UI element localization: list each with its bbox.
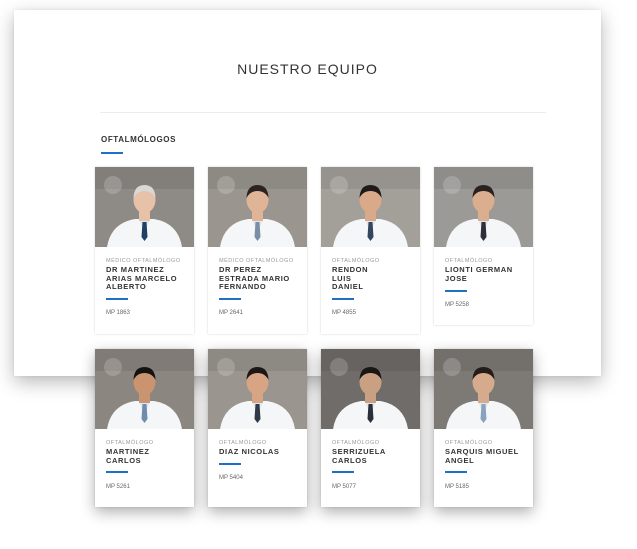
doctor-name[interactable]: MARTINEZ CARLOS [106, 447, 166, 465]
doctor-photo [434, 349, 533, 429]
doctor-photo [208, 167, 307, 247]
doctor-name[interactable]: DIAZ NICOLAS [219, 447, 303, 457]
doctor-license: MP 5077 [332, 484, 356, 490]
doctor-photo [321, 167, 420, 247]
name-underline [219, 298, 241, 300]
doctor-license: MP 5185 [445, 484, 469, 490]
doctor-card[interactable]: OFTALMÓLOGO RENDON LUIS DANIEL MP 4855 [321, 167, 420, 334]
doctor-license: MP 2641 [219, 310, 243, 316]
doctor-card[interactable]: OFTALMÓLOGO MARTINEZ CARLOS MP 5261 [95, 349, 194, 507]
doctor-name[interactable]: RENDON LUIS DANIEL [332, 265, 372, 292]
doctor-photo [321, 349, 420, 429]
doctor-card[interactable]: MÉDICO OFTALMÓLOGO DR MARTINEZ ARIAS MAR… [95, 167, 194, 334]
name-underline [106, 471, 128, 473]
divider [100, 112, 546, 113]
name-underline [332, 298, 354, 300]
doctor-card[interactable]: OFTALMÓLOGO SERRIZUELA CARLOS MP 5077 [321, 349, 420, 507]
doctor-card[interactable]: OFTALMÓLOGO SARQUIS MIGUEL ANGEL MP 5185 [434, 349, 533, 507]
doctor-license: MP 4855 [332, 310, 356, 316]
name-underline [106, 298, 128, 300]
name-underline [332, 471, 354, 473]
doctor-card[interactable]: MÉDICO OFTALMÓLOGO DR PEREZ ESTRADA MARI… [208, 167, 307, 334]
doctor-photo [95, 349, 194, 429]
doctor-license: MP 1863 [106, 310, 130, 316]
doctor-role: OFTALMÓLOGO [445, 258, 493, 264]
doctor-role: OFTALMÓLOGO [219, 440, 267, 446]
doctor-card[interactable]: OFTALMÓLOGO DIAZ NICOLAS MP 5404 [208, 349, 307, 507]
section-underline [101, 152, 123, 154]
section-title: OFTALMÓLOGOS [101, 135, 177, 144]
page-title: NUESTRO EQUIPO [237, 61, 378, 77]
doctor-role: OFTALMÓLOGO [445, 440, 493, 446]
doctor-card[interactable]: OFTALMÓLOGO LIONTI GERMAN JOSE MP 5258 [434, 167, 533, 325]
doctor-name[interactable]: DR PEREZ ESTRADA MARIO FERNANDO [219, 265, 303, 292]
name-underline [445, 471, 467, 473]
doctor-license: MP 5258 [445, 302, 469, 308]
doctor-photo [95, 167, 194, 247]
doctor-name[interactable]: LIONTI GERMAN JOSE [445, 265, 529, 283]
doctor-name[interactable]: SERRIZUELA CARLOS [332, 447, 392, 465]
name-underline [445, 290, 467, 292]
doctor-role: MÉDICO OFTALMÓLOGO [106, 258, 181, 264]
doctor-role: MÉDICO OFTALMÓLOGO [219, 258, 294, 264]
doctor-role: OFTALMÓLOGO [332, 440, 380, 446]
doctor-role: OFTALMÓLOGO [106, 440, 154, 446]
name-underline [219, 463, 241, 465]
doctor-name[interactable]: SARQUIS MIGUEL ANGEL [445, 447, 529, 465]
doctor-photo [208, 349, 307, 429]
doctor-license: MP 5404 [219, 475, 243, 481]
doctor-name[interactable]: DR MARTINEZ ARIAS MARCELO ALBERTO [106, 265, 190, 292]
doctor-role: OFTALMÓLOGO [332, 258, 380, 264]
doctor-photo [434, 167, 533, 247]
doctor-license: MP 5261 [106, 484, 130, 490]
